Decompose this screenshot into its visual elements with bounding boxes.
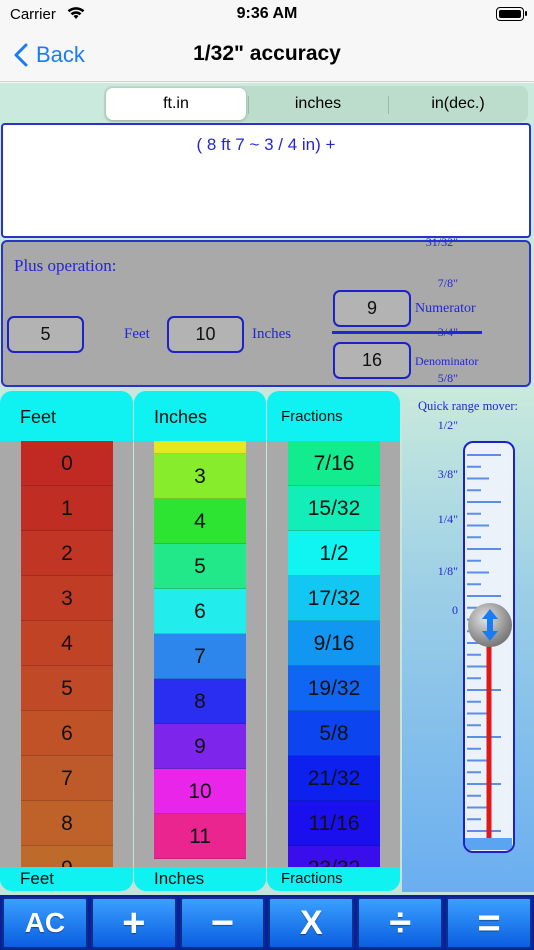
operation-heading: Plus operation: [14, 256, 117, 275]
feet-wheel-item[interactable]: 1 [21, 486, 113, 531]
navigation-bar: Back 1/32" accuracy [0, 30, 534, 82]
fractions-picker-footer: Fractions [281, 870, 343, 887]
tab-inches[interactable]: inches [248, 88, 388, 120]
fractions-picker[interactable]: Fractions 7/16 15/32 1/2 17/32 9/16 19/32 5/8 2… [267, 391, 400, 891]
fractions-picker-header: Fractions [281, 408, 343, 425]
feet-wheel-item[interactable]: 9 [21, 846, 113, 867]
mover-tick-label: 5/8" [437, 371, 458, 385]
divide-button[interactable]: ÷ [357, 897, 444, 949]
multiply-button[interactable]: X [268, 897, 355, 949]
minus-button[interactable]: − [179, 897, 266, 949]
numerator-label: Numerator [415, 301, 476, 316]
inches-wheel-item[interactable]: 3 [154, 454, 246, 499]
up-down-arrows-icon [482, 608, 498, 641]
feet-wheel-item[interactable]: 5 [21, 666, 113, 711]
battery-icon [496, 7, 527, 21]
equals-button[interactable]: = [446, 897, 532, 949]
fractions-wheel-item[interactable]: 15/32 [288, 486, 380, 531]
mover-tick-label: 7/8" [437, 276, 458, 290]
range-slider-knob[interactable] [468, 602, 512, 647]
mover-tick-label: 1/8" [437, 564, 458, 578]
fractions-wheel-item[interactable]: 1/2 [288, 531, 380, 576]
denominator-input[interactable]: 16 [333, 342, 411, 379]
status-bar: Carrier 9:36 AM [0, 0, 534, 30]
fractions-wheel-item[interactable]: 21/32 [288, 756, 380, 801]
unit-segmented-control: ft.in inches in(dec.) [104, 86, 528, 122]
feet-wheel-item[interactable]: 6 [21, 711, 113, 756]
fractions-wheel[interactable]: 7/1615/321/217/329/1619/325/821/3211/162… [267, 441, 400, 867]
feet-wheel-item[interactable]: 7 [21, 756, 113, 801]
inches-wheel-item[interactable]: 2 [154, 441, 246, 454]
fractions-wheel-item[interactable]: 9/16 [288, 621, 380, 666]
inches-wheel-item[interactable]: 10 [154, 769, 246, 814]
feet-wheel-item[interactable]: 3 [21, 576, 113, 621]
denominator-label: Denominator [415, 354, 479, 368]
fractions-wheel-item[interactable]: 7/16 [288, 441, 380, 486]
mover-base-fill [465, 838, 512, 850]
feet-picker[interactable]: Feet 0123456789 Feet [0, 391, 133, 891]
feet-wheel-item[interactable]: 2 [21, 531, 113, 576]
fractions-wheel-item[interactable]: 5/8 [288, 711, 380, 756]
mover-tick-label: 3/8" [437, 467, 458, 481]
feet-wheel-item[interactable]: 0 [21, 441, 113, 486]
inches-wheel-item[interactable]: 5 [154, 544, 246, 589]
mover-tick-label: 1/4" [437, 512, 458, 526]
inches-wheel-item[interactable]: 4 [154, 499, 246, 544]
quick-range-mover: Quick range mover: 31/32" 7/8" 3/4" 5/8" 1/2… [402, 235, 534, 892]
plus-button[interactable]: + [90, 897, 177, 949]
feet-picker-footer: Feet [20, 869, 55, 888]
feet-wheel-item[interactable]: 4 [21, 621, 113, 666]
expression-text: ( 8 ft 7 ~ 3 / 4 in) + [196, 135, 336, 154]
feet-label: Feet [124, 326, 150, 342]
fractions-wheel-item[interactable]: 19/32 [288, 666, 380, 711]
tab-in-dec[interactable]: in(dec.) [388, 88, 528, 120]
mover-tick-label: 1/2" [437, 418, 458, 432]
fractions-wheel-item[interactable]: 17/32 [288, 576, 380, 621]
inches-label: Inches [252, 326, 292, 342]
inches-picker-footer: Inches [154, 869, 205, 888]
feet-input[interactable]: 5 [7, 316, 84, 353]
operator-keypad: AC + − X ÷ = [0, 895, 534, 950]
clock: 9:36 AM [236, 5, 298, 22]
numerator-input[interactable]: 9 [333, 290, 411, 327]
inches-wheel-item[interactable]: 11 [154, 814, 246, 859]
calculator-area: ft.in inches in(dec.) ( 8 ft 7 ~ 3 / 4 i… [0, 83, 534, 895]
inches-input[interactable]: 10 [167, 316, 244, 353]
inches-picker[interactable]: Inches 234567891011 Inches [134, 391, 266, 891]
inches-picker-header: Inches [154, 407, 208, 427]
mover-caption: Quick range mover: [418, 399, 518, 413]
inches-wheel-item[interactable]: 9 [154, 724, 246, 769]
page-title: 1/32" accuracy [193, 42, 341, 65]
feet-wheel-item[interactable]: 8 [21, 801, 113, 846]
mover-tick-label: 0 [452, 603, 458, 617]
tab-ft-in[interactable]: ft.in [106, 88, 246, 120]
mover-tick-label: 31/32" [425, 235, 458, 249]
all-clear-button[interactable]: AC [2, 897, 88, 949]
fractions-wheel-item[interactable]: 11/16 [288, 801, 380, 846]
inches-wheel-item[interactable]: 7 [154, 634, 246, 679]
inches-wheel-item[interactable]: 6 [154, 589, 246, 634]
feet-wheel[interactable]: 0123456789 [0, 441, 133, 867]
expression-display: ( 8 ft 7 ~ 3 / 4 in) + [1, 123, 531, 238]
inches-wheel[interactable]: 234567891011 [134, 441, 266, 867]
feet-picker-header: Feet [20, 407, 57, 427]
inches-wheel-item[interactable]: 8 [154, 679, 246, 724]
mover-tick-label: 3/4" [437, 325, 458, 339]
fractions-wheel-item[interactable]: 23/32 [288, 846, 380, 867]
